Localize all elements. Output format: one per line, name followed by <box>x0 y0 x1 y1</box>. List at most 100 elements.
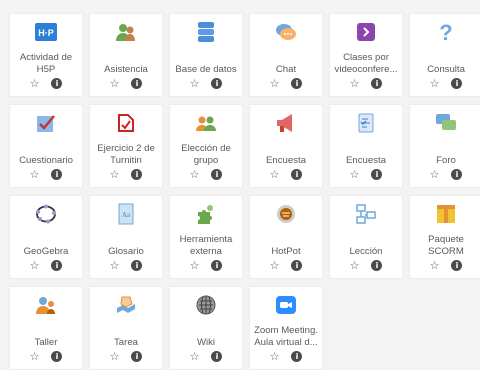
star-icon[interactable]: ☆ <box>350 78 360 89</box>
star-icon[interactable]: ☆ <box>190 169 200 180</box>
h5p-icon: H·P <box>35 23 57 41</box>
info-icon[interactable]: i <box>211 259 223 271</box>
tile-taller[interactable]: Taller ☆ i <box>9 286 83 370</box>
star-icon[interactable]: ☆ <box>270 169 280 180</box>
star-icon[interactable]: ☆ <box>30 169 40 180</box>
zoom-icon <box>276 296 296 314</box>
star-icon[interactable]: ☆ <box>430 260 440 271</box>
tile-base-de-datos[interactable]: Base de datos ☆ i <box>169 13 243 97</box>
tile-chat[interactable]: Chat ☆ i <box>249 13 323 97</box>
tile-consulta[interactable]: ? Consulta ☆ i <box>409 13 480 97</box>
tile-h5p[interactable]: H·P Actividad de H5P ☆ i <box>9 13 83 97</box>
assignment-icon <box>117 296 135 313</box>
info-icon[interactable]: i <box>51 350 63 362</box>
star-icon[interactable]: ☆ <box>270 78 280 89</box>
hotpot-icon <box>277 205 295 223</box>
star-icon[interactable]: ☆ <box>350 169 360 180</box>
tile-tarea[interactable]: Tarea ☆ i <box>89 286 163 370</box>
tile-label: Wiki <box>196 337 216 348</box>
tile-foro[interactable]: Foro ☆ i <box>409 104 480 188</box>
info-icon[interactable]: i <box>291 168 303 180</box>
question-icon: ? <box>439 20 452 44</box>
tile-label: Chat <box>275 64 297 75</box>
star-icon[interactable]: ☆ <box>110 169 120 180</box>
tile-label: Base de datos <box>175 64 237 75</box>
forum-icon <box>436 114 456 130</box>
tile-zoom-meeting[interactable]: Zoom Meeting. Aula virtual d... ☆ i <box>249 286 323 370</box>
megaphone-icon <box>277 114 292 132</box>
star-icon[interactable]: ☆ <box>30 78 40 89</box>
star-icon[interactable]: ☆ <box>350 260 360 271</box>
svg-text:?: ? <box>439 20 452 44</box>
tile-glosario[interactable]: Aa Glosario ☆ i <box>89 195 163 279</box>
info-icon[interactable]: i <box>51 259 63 271</box>
wiki-icon <box>196 295 216 315</box>
tile-label: Actividad de H5P <box>19 52 73 75</box>
star-icon[interactable]: ☆ <box>110 78 120 89</box>
tile-herramienta-externa[interactable]: Herramienta externa ☆ i <box>169 195 243 279</box>
lesson-icon <box>356 204 376 224</box>
star-icon[interactable]: ☆ <box>30 351 40 362</box>
info-icon[interactable]: i <box>131 77 143 89</box>
info-icon[interactable]: i <box>451 259 463 271</box>
info-icon[interactable]: i <box>211 168 223 180</box>
tile-leccion[interactable]: Lección ☆ i <box>329 195 403 279</box>
info-icon[interactable]: i <box>211 350 223 362</box>
tile-label: HotPot <box>271 246 301 257</box>
chat-icon <box>276 24 296 40</box>
tile-encuesta-survey[interactable]: Encuesta ☆ i <box>329 104 403 188</box>
tile-label: Glosario <box>108 246 144 257</box>
tile-clases-videoconferencia[interactable]: Clases por videoconfere... ☆ i <box>329 13 403 97</box>
tile-turnitin[interactable]: Ejercicio 2 de Turnitin ☆ i <box>89 104 163 188</box>
star-icon[interactable]: ☆ <box>30 260 40 271</box>
info-icon[interactable]: i <box>51 168 63 180</box>
info-icon[interactable]: i <box>451 168 463 180</box>
star-icon[interactable]: ☆ <box>270 351 280 362</box>
group-choice-icon <box>196 116 216 131</box>
star-icon[interactable]: ☆ <box>270 260 280 271</box>
star-icon[interactable]: ☆ <box>110 351 120 362</box>
survey-icon <box>358 113 374 133</box>
star-icon[interactable]: ☆ <box>430 169 440 180</box>
info-icon[interactable]: i <box>451 77 463 89</box>
tile-label: Elección de grupo <box>181 143 231 166</box>
info-icon[interactable]: i <box>371 259 383 271</box>
tile-encuesta-feedback[interactable]: Encuesta ☆ i <box>249 104 323 188</box>
svg-text:Aa: Aa <box>122 211 131 219</box>
info-icon[interactable]: i <box>51 77 63 89</box>
info-icon[interactable]: i <box>291 77 303 89</box>
tile-eleccion-de-grupo[interactable]: Elección de grupo ☆ i <box>169 104 243 188</box>
info-icon[interactable]: i <box>131 350 143 362</box>
tile-label: Tarea <box>114 337 138 348</box>
info-icon[interactable]: i <box>211 77 223 89</box>
info-icon[interactable]: i <box>291 259 303 271</box>
info-icon[interactable]: i <box>131 168 143 180</box>
tile-geogebra[interactable]: GeoGebra ☆ i <box>9 195 83 279</box>
scorm-icon <box>437 205 455 223</box>
tile-label: Paquete SCORM <box>428 234 464 257</box>
star-icon[interactable]: ☆ <box>190 78 200 89</box>
tile-wiki[interactable]: Wiki ☆ i <box>169 286 243 370</box>
info-icon[interactable]: i <box>131 259 143 271</box>
info-icon[interactable]: i <box>371 168 383 180</box>
star-icon[interactable]: ☆ <box>110 260 120 271</box>
tile-asistencia[interactable]: Asistencia ☆ i <box>89 13 163 97</box>
videoconference-icon <box>357 23 375 41</box>
tile-label: Herramienta externa <box>179 234 233 257</box>
tile-label: Cuestionario <box>19 155 73 166</box>
tile-label: Encuesta <box>345 155 386 166</box>
star-icon[interactable]: ☆ <box>190 260 200 271</box>
tile-hotpot[interactable]: HotPot ☆ i <box>249 195 323 279</box>
turnitin-icon <box>118 114 134 132</box>
activity-chooser-grid: H·P Actividad de H5P ☆ i Asistencia ☆ i Ba… <box>0 0 480 370</box>
star-icon[interactable]: ☆ <box>190 351 200 362</box>
tile-cuestionario[interactable]: Cuestionario ☆ i <box>9 104 83 188</box>
tile-scorm[interactable]: Paquete SCORM ☆ i <box>409 195 480 279</box>
tile-label: GeoGebra <box>23 246 69 257</box>
tile-label: Taller <box>34 337 58 348</box>
tile-label: Zoom Meeting. Aula virtual d... <box>254 325 318 348</box>
star-icon[interactable]: ☆ <box>430 78 440 89</box>
info-icon[interactable]: i <box>291 350 303 362</box>
info-icon[interactable]: i <box>371 77 383 89</box>
attendance-icon <box>116 24 135 41</box>
